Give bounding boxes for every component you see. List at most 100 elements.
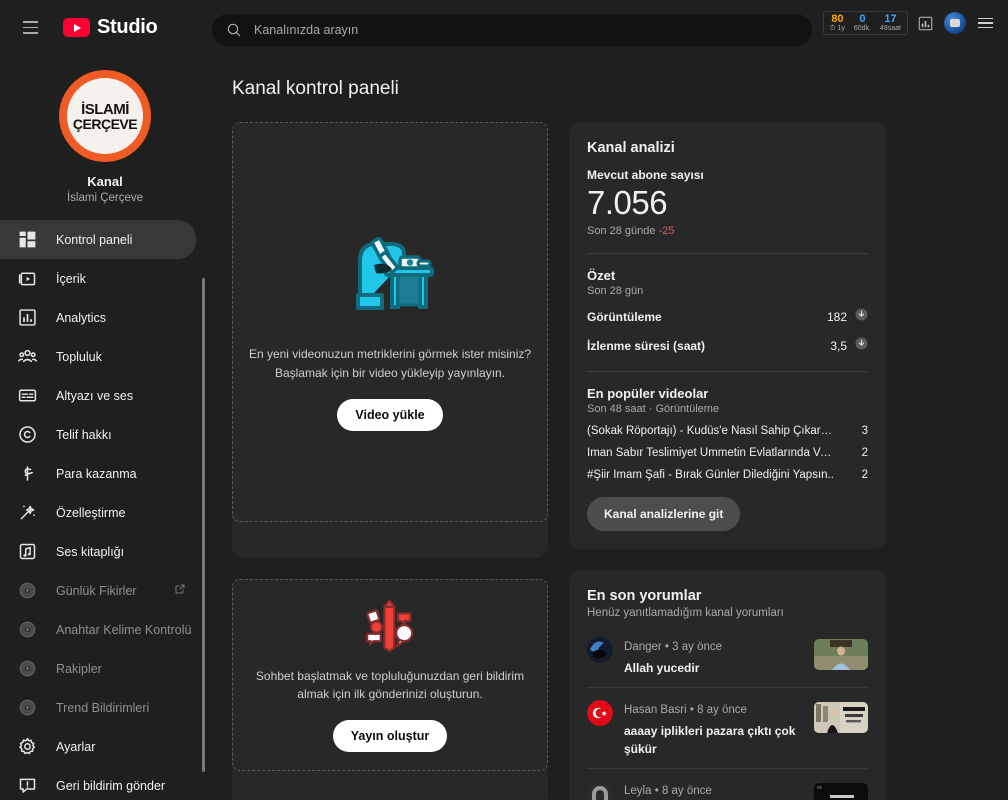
- sidebar-scrollbar[interactable]: [202, 278, 205, 772]
- comment-text: Allah yucedir: [624, 660, 700, 675]
- video-thumbnail-poster[interactable]: [814, 702, 868, 734]
- sidebar-item-ayarlar[interactable]: Ayarlar: [0, 727, 196, 766]
- sidebar-item-ses-kitapl[interactable]: Ses kitaplığı: [0, 532, 196, 571]
- comment-separator: •: [689, 704, 694, 717]
- comment-item[interactable]: Leyla • 8 ay önceÇok güzel ❤: [587, 768, 868, 800]
- download-circle-icon[interactable]: [855, 308, 868, 326]
- sidebar-item-geri-bildirim-g-nder[interactable]: Geri bildirim gönder: [0, 766, 196, 800]
- left-column: En yeni videonuzun metriklerini görmek i…: [232, 122, 548, 800]
- comment-item[interactable]: Hasan Basri • 8 ay önce aaaay iplikleri p…: [587, 687, 868, 768]
- comment-separator: •: [664, 640, 669, 653]
- comments-subtitle: Henüz yanıtlamadığım kanal yorumları: [587, 606, 784, 619]
- comment-author: Hasan Basri: [624, 704, 687, 717]
- popular-video-views: 3: [861, 424, 868, 437]
- search-input[interactable]: Kanalınızda arayın: [212, 14, 812, 46]
- music-note-icon: [16, 541, 38, 563]
- arch-avatar[interactable]: [587, 781, 613, 800]
- post-line-1: Sohbet başlatmak ve topluluğunuzdan geri…: [255, 668, 525, 683]
- account-avatar[interactable]: [942, 10, 968, 36]
- person-at-desk-illustration: [356, 237, 434, 311]
- video-thumbnail-outdoor[interactable]: [814, 638, 868, 670]
- comment-author: Danger: [624, 640, 662, 653]
- sidebar-item-label: Telif hakkı: [56, 427, 112, 442]
- analytics-title: Kanal analizi: [587, 140, 675, 156]
- channel-analytics-card: Kanal analizi Mevcut abone sayısı 7.056 …: [569, 122, 886, 549]
- turkish-flag-avatar[interactable]: [587, 700, 613, 727]
- popular-video-title: #Şiir İmam Şafi̇ - Bırak Günler Dilediği…: [587, 468, 834, 481]
- comment-meta: Danger • 3 ay önce: [624, 641, 722, 653]
- search-placeholder: Kanalınızda arayın: [254, 23, 359, 37]
- popular-video-title: (Sokak Röportajı) - Kudüs'e Nasıl Sahip …: [587, 424, 835, 437]
- create-post-button[interactable]: Yayın oluştur: [332, 720, 448, 752]
- upload-limit-metrics[interactable]: 80 ⏱ 1y 0 60dk. 17 48saat: [823, 10, 908, 36]
- delta-prefix: Son 28 günde: [587, 224, 659, 237]
- sidebar-item-analytics[interactable]: Analytics: [0, 298, 196, 337]
- sidebar-item-label: Para kazanma: [56, 466, 137, 481]
- popular-videos-sub: Son 48 saat · Görüntüleme: [587, 402, 720, 415]
- sidebar-item-rakipler[interactable]: Rakipler: [0, 649, 196, 688]
- upload-line-2: Başlamak için bir video yükleyip yayınla…: [274, 366, 506, 380]
- popular-video-row[interactable]: İman Sabır Teslimiyet Ümmetin Evlatların…: [587, 447, 868, 459]
- open-in-new-icon[interactable]: [174, 582, 186, 600]
- upload-dropzone[interactable]: En yeni videonuzun metriklerini görmek i…: [232, 122, 548, 522]
- stat-row-watchtime[interactable]: İzlenme süresi (saat) 3,5: [587, 337, 868, 355]
- comments-list: Danger • 3 ay önce Allah yucedir Hasan Bas…: [587, 625, 868, 800]
- sidebar-item-label: Günlük Fikirler: [56, 583, 137, 598]
- subtitles-icon: [16, 385, 38, 407]
- popular-video-row[interactable]: #Şiir İmam Şafi̇ - Bırak Günler Dilediği…: [587, 469, 868, 481]
- popular-video-row[interactable]: (Sokak Röportajı) - Kudüs'e Nasıl Sahip …: [587, 425, 868, 437]
- extension-puzzle-icon: [16, 580, 38, 602]
- sidebar-item-label: Trend Bildirimleri: [56, 700, 150, 715]
- summary-title: Özet: [587, 267, 616, 283]
- metric-60min-label: 60dk.: [853, 25, 871, 33]
- metric-year-label: ⏱ 1y: [830, 25, 845, 33]
- channel-name: İslami Çerçeve: [66, 192, 144, 204]
- comment-body: Leyla • 8 ay önceÇok güzel ❤: [624, 781, 803, 800]
- video-library-icon: [16, 268, 38, 290]
- copyright-icon: [16, 424, 38, 446]
- page-title: Kanal kontrol paneli: [232, 78, 399, 99]
- divider: [587, 252, 868, 254]
- sidebar-item-trend-bildirimleri[interactable]: Trend Bildirimleri: [0, 688, 196, 727]
- apps-menu-icon[interactable]: [972, 10, 998, 36]
- stat-row-views[interactable]: Görüntüleme 182: [587, 308, 868, 326]
- sidebar-item-label: Ayarlar: [56, 739, 96, 754]
- sidebar-item-label: Anahtar Kelime Kontrolü: [56, 622, 192, 637]
- sidebar-item-topluluk[interactable]: Topluluk: [0, 337, 196, 376]
- sidebar-item-label: İçerik: [56, 271, 86, 286]
- brand-label: Studio: [97, 16, 158, 38]
- sidebar-item-label: Rakipler: [56, 661, 102, 676]
- metric-48h-label: 48saat: [879, 25, 901, 33]
- channel-avatar[interactable]: İSLAMİ ÇERÇEVE: [59, 70, 151, 162]
- danger-avatar[interactable]: [587, 636, 613, 663]
- bar-chart-icon[interactable]: [912, 10, 938, 36]
- sidebar-item-anahtar-kelime-kontrol[interactable]: Anahtar Kelime Kontrolü: [0, 610, 196, 649]
- sidebar-item-i-erik[interactable]: İçerik: [0, 259, 196, 298]
- sidebar-item-zelle-tirme[interactable]: Özelleştirme: [0, 493, 196, 532]
- comment-item[interactable]: Danger • 3 ay önce Allah yucedir: [587, 625, 868, 687]
- community-people-icon: [16, 346, 38, 368]
- channel-block: İSLAMİ ÇERÇEVE Kanal İslami Çerçeve: [0, 56, 210, 214]
- metric-year: 80 ⏱ 1y: [830, 13, 845, 33]
- dollar-icon: [16, 463, 38, 485]
- sidebar-item-telif-hakk[interactable]: Telif hakkı: [0, 415, 196, 454]
- upload-line-1: En yeni videonuzun metriklerini görmek i…: [248, 347, 532, 362]
- post-card-text: Sohbet başlatmak ve topluluğunuzdan geri…: [256, 667, 524, 704]
- youtube-play-icon: [63, 18, 90, 37]
- sidebar-item-para-kazanma[interactable]: Para kazanma: [0, 454, 196, 493]
- hamburger-icon[interactable]: [10, 8, 50, 48]
- sidebar-item-altyaz-ve-ses[interactable]: Altyazı ve ses: [0, 376, 196, 415]
- sidebar: İSLAMİ ÇERÇEVE Kanal İslami Çerçeve Kont…: [0, 56, 210, 800]
- post-dropzone[interactable]: Sohbet başlatmak ve topluluğunuzdan geri…: [232, 579, 548, 771]
- download-circle-icon[interactable]: [855, 337, 868, 355]
- go-to-analytics-button[interactable]: Kanal analizlerine git: [587, 496, 741, 531]
- sidebar-item-kontrol-paneli[interactable]: Kontrol paneli: [0, 220, 196, 259]
- summary-sub: Son 28 gün: [587, 284, 644, 297]
- sidebar-item-label: Altyazı ve ses: [56, 388, 134, 403]
- metric-60min: 0 60dk.: [853, 13, 871, 33]
- divider: [587, 370, 868, 372]
- video-thumbnail-dark[interactable]: [814, 783, 868, 800]
- studio-logo[interactable]: Studio: [63, 16, 158, 39]
- upload-video-button[interactable]: Video yükle: [337, 398, 443, 431]
- sidebar-item-g-nl-k-fikirler[interactable]: Günlük Fikirler: [0, 571, 196, 610]
